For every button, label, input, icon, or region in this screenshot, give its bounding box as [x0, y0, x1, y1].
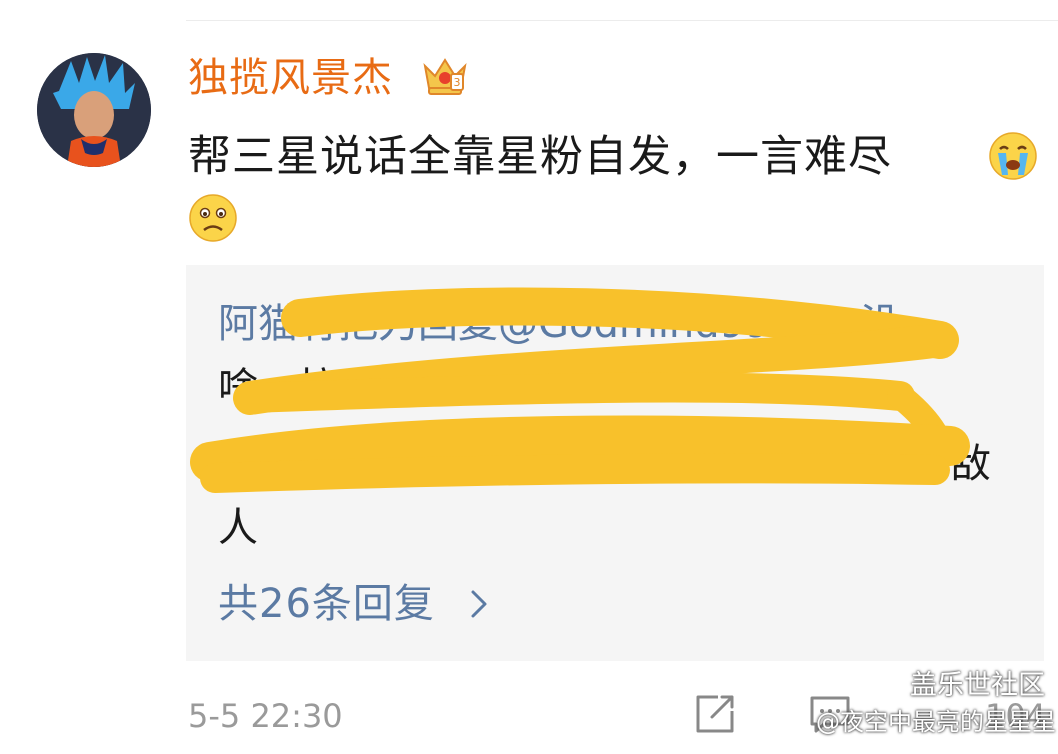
reply-line-1[interactable]: 阿猫有把刀回复@Godmind99987:没 — [218, 296, 900, 352]
watermark-site: 盖乐世社区 — [910, 670, 1045, 701]
username[interactable]: 独揽风景杰 — [188, 52, 393, 104]
crying-emoji-icon — [988, 131, 1038, 181]
sad-emoji-icon — [188, 193, 238, 243]
watermark-user: @夜空中最亮的星星星 — [816, 708, 1056, 736]
timestamp: 5-5 22:30 — [188, 697, 343, 735]
comment-text: 帮三星说话全靠星粉自发，一言难尽 — [188, 132, 892, 182]
avatar-image — [37, 53, 151, 167]
reply-line-3[interactable]: Godmind：我们有共同的 — [218, 436, 680, 492]
avatar[interactable] — [37, 53, 151, 167]
reply-line-4: 人 — [218, 505, 258, 551]
share-icon[interactable] — [694, 693, 736, 735]
more-replies-link[interactable]: 共26条回复 — [218, 576, 435, 632]
reply-line-3-end: 敌 — [951, 441, 991, 487]
crown-icon[interactable]: 3 — [421, 54, 469, 98]
reply-line-2: 啥，拉黑就是了 — [218, 365, 498, 411]
top-divider — [186, 20, 1058, 21]
svg-text:3: 3 — [454, 76, 461, 89]
chevron-right-icon[interactable] — [468, 588, 490, 620]
